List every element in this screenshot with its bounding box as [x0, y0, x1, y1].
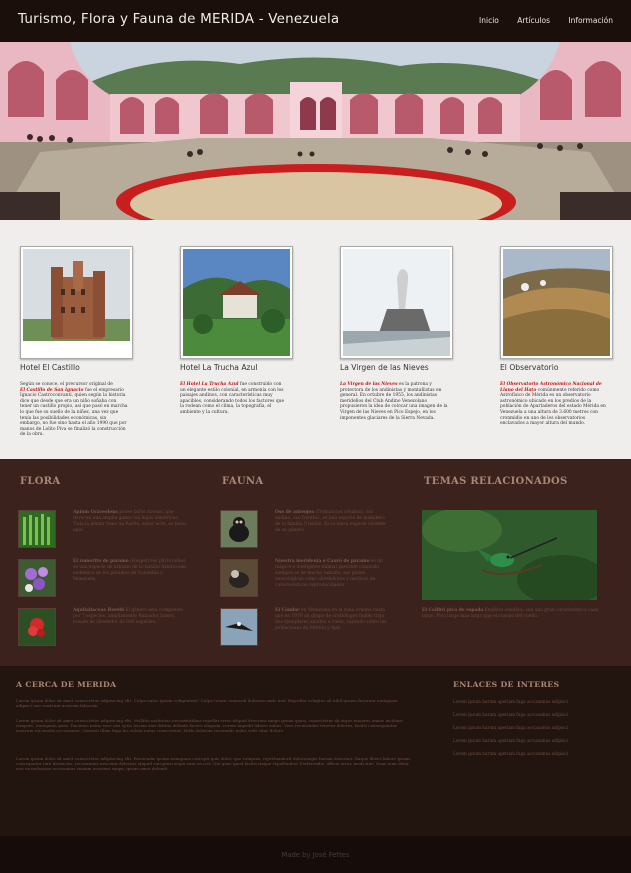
observatory-photo[interactable]	[500, 246, 613, 359]
hotel-desc-highlight: El Castillo de San Ignacio	[20, 387, 84, 393]
about-paragraph-1: Lorem ipsum dolor sit amet consectetur a…	[16, 698, 398, 709]
site-footer: Made by José Fettes	[0, 836, 631, 873]
hotel-name: La Virgen de las Nieves	[340, 363, 429, 372]
fauna-title: Oso de anteojos	[275, 510, 314, 515]
hero-panorama-image	[0, 42, 631, 220]
bear-thumbnail[interactable]	[220, 510, 258, 548]
interest-link[interactable]: Lorem ipsum harum aperiam fuga accusamus…	[453, 699, 568, 704]
red-flower-thumbnail[interactable]	[18, 608, 56, 646]
animal-thumbnail[interactable]	[220, 559, 258, 597]
flora-title: Apium Graveolens	[73, 510, 118, 515]
hotel-name: Hotel El Castillo	[20, 363, 80, 372]
nav-link-articulos[interactable]: Artículos	[517, 16, 550, 25]
interest-link[interactable]: Lorem ipsum harum aperiam fuga accusamus…	[453, 738, 568, 743]
hotel-card-trucha-azul[interactable]: Hotel La Trucha Azul El Hotel La Trucha …	[180, 246, 295, 416]
interest-link[interactable]: Lorem ipsum harum aperiam fuga accusamus…	[453, 725, 568, 730]
flora-item-romerito[interactable]: El romerito de páramo (Hesperotes phylic…	[18, 559, 198, 599]
flower-thumbnail[interactable]	[18, 559, 56, 597]
hotel-desc-body: fue el empresario Ignacio Castroconvanti…	[20, 387, 128, 438]
about-section: A CERCA DE MERIDA Lorem ipsum dolor sit …	[0, 666, 631, 836]
hotel-description: El Hotel La Trucha Azul fue construido c…	[180, 382, 288, 416]
temas-description: El Colibrí pico de espada Ensiféra ensif…	[422, 608, 602, 620]
hotel-description: El Observatorio Astronómico Nacional de …	[500, 382, 608, 427]
about-paragraph-3: Lorem ipsum dolor sit amet consectetur a…	[16, 756, 412, 772]
interest-link[interactable]: Lorem ipsum harum aperiam fuga accusamus…	[453, 712, 568, 717]
flora-item-aquilaliaceae[interactable]: Aquilaliaceae Rerebi El género está comp…	[18, 608, 198, 648]
site-title: Turismo, Flora y Fauna de MERIDA - Venez…	[18, 11, 340, 27]
flora-heading: FLORA	[20, 476, 61, 487]
hotel-description: Según se conoce, el precursor original d…	[20, 382, 128, 438]
hotels-section: Hotel El Castillo Según se conoce, el pr…	[0, 220, 631, 459]
castle-photo[interactable]	[20, 246, 133, 359]
fauna-description: El Cóndor en Venezuela en la zona orient…	[275, 608, 390, 632]
site-header: Turismo, Flora y Fauna de MERIDA - Venez…	[0, 0, 631, 42]
main-nav: Inicio Artículos Información	[463, 16, 613, 25]
hotel-photo[interactable]	[180, 246, 293, 359]
hotel-card-observatorio[interactable]: El Observatorio El Observatorio Astronóm…	[500, 246, 615, 427]
about-heading: A CERCA DE MERIDA	[16, 680, 117, 689]
flora-description: El romerito de páramo (Hesperotes phylic…	[73, 559, 188, 583]
hotel-card-virgen-nieves[interactable]: La Virgen de las Nieves La Virgen de las…	[340, 246, 455, 421]
temas-heading: TEMAS RELACIONADOS	[424, 476, 568, 487]
hotel-name: El Observatorio	[500, 363, 559, 372]
flora-description: Aquilaliaceae Rerebi El género está comp…	[73, 608, 188, 626]
hotel-card-castillo[interactable]: Hotel El Castillo Según se conoce, el pr…	[20, 246, 135, 438]
nav-link-inicio[interactable]: Inicio	[479, 16, 499, 25]
fauna-item-oso[interactable]: Oso de anteojos (Tremarctos ornatus), os…	[220, 510, 400, 550]
temas-title[interactable]: El Colibrí pico de espada	[422, 608, 483, 613]
hotel-desc-highlight: La Virgen de las Nieves	[340, 382, 398, 387]
flora-title: Aquilaliaceae Rerebi	[73, 608, 124, 613]
fauna-description: Nuestra meridenia o Cauró de páramo es u…	[275, 559, 390, 589]
statue-photo[interactable]	[340, 246, 453, 359]
condor-thumbnail[interactable]	[220, 608, 258, 646]
interest-link[interactable]: Lorem ipsum harum aperiam fuga accusamus…	[453, 751, 568, 756]
fauna-item-nuestra-meridenia[interactable]: Nuestra meridenia o Cauró de páramo es u…	[220, 559, 400, 599]
fauna-title: Nuestra meridenia o Cauró de páramo	[275, 559, 370, 564]
flora-item-apio[interactable]: Apium Graveolens posee tallos rizosos, q…	[18, 510, 198, 550]
hummingbird-photo[interactable]	[422, 510, 597, 600]
flora-description: Apium Graveolens posee tallos rizosos, q…	[73, 510, 188, 534]
fauna-heading: FAUNA	[222, 476, 264, 487]
links-heading: ENLACES DE INTERES	[453, 680, 560, 689]
flora-title: El romerito de páramo	[73, 559, 129, 564]
flora-fauna-section: FLORA FAUNA TEMAS RELACIONADOS Apium Gra…	[0, 459, 631, 666]
nav-link-informacion[interactable]: Información	[568, 16, 613, 25]
fauna-title: El Cóndor	[275, 608, 300, 613]
hotel-name: Hotel La Trucha Azul	[180, 363, 258, 372]
fauna-item-condor[interactable]: El Cóndor en Venezuela en la zona orient…	[220, 608, 400, 648]
hotel-desc-intro: Según se conoce, el precursor original d…	[20, 382, 113, 387]
celery-thumbnail[interactable]	[18, 510, 56, 548]
hotel-desc-highlight: El Hotel La Trucha Azul	[180, 382, 239, 387]
hotel-desc-body: fue construido con un elegante estilo co…	[180, 382, 285, 415]
about-paragraph-2: Lorem ipsum dolor sit amet consectetur a…	[16, 718, 403, 734]
fauna-description: Oso de anteojos (Tremarctos ornatus), os…	[275, 510, 390, 534]
hotel-description: La Virgen de las Nieves es la patrona y …	[340, 382, 448, 421]
footer-credit: Made by José Fettes	[281, 851, 350, 859]
hotel-desc-body: es la patrona y protectora de los andini…	[340, 382, 448, 421]
hotel-desc-body: comúnmente referido como Astrofísico de …	[500, 387, 606, 427]
